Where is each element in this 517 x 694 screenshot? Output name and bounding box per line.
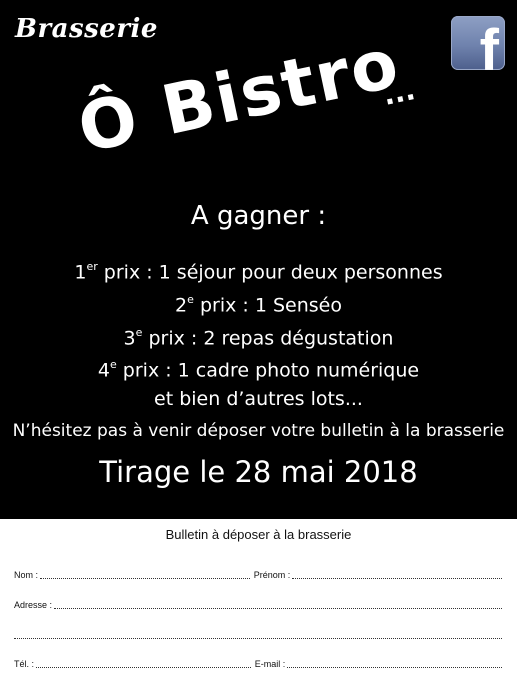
email-label: E-mail : (254, 659, 286, 669)
adresse-label: Adresse : (14, 600, 53, 610)
contest-poster: Brasserie f Ô Bistro ... A gagner : 1er … (0, 0, 517, 519)
form-row-address-2 (14, 630, 502, 640)
prize-list: 1er prix : 1 séjour pour deux personnes … (0, 254, 517, 414)
tel-label: Tél. : (14, 659, 35, 669)
adresse-field[interactable] (54, 600, 502, 609)
prenom-label: Prénom : (253, 570, 291, 580)
form-row-contact: Tél. : E-mail : (14, 659, 502, 669)
logo-text: Ô Bistro (71, 23, 407, 169)
logo-ellipsis: ... (379, 73, 419, 112)
prize-item: 4e prix : 1 cadre photo numérique (97, 358, 420, 382)
brand-title: Brasserie (15, 14, 158, 44)
prenom-field[interactable] (292, 570, 502, 579)
other-prizes: et bien d’autres lots... (154, 388, 363, 411)
prize-heading: A gagner : (190, 201, 327, 231)
email-field[interactable] (287, 659, 502, 668)
prize-item: 3e prix : 2 repas dégustation (123, 325, 394, 349)
facebook-icon[interactable]: f (451, 16, 505, 70)
prize-item: 1er prix : 1 séjour pour deux personnes (74, 260, 443, 284)
draw-date: Tirage le 28 mai 2018 (99, 455, 418, 489)
bistro-logo: Ô Bistro ... (72, 24, 448, 200)
adresse-field-2[interactable] (14, 630, 502, 639)
form-row-name: Nom : Prénom : (14, 570, 502, 580)
invite-text: N’hésitez pas à venir déposer votre bull… (12, 421, 505, 441)
form-row-address: Adresse : (14, 600, 502, 610)
bulletin-title: Bulletin à déposer à la brasserie (165, 527, 352, 542)
tel-field[interactable] (36, 659, 251, 668)
nom-field[interactable] (40, 570, 250, 579)
nom-label: Nom : (14, 570, 39, 580)
prize-item: 2e prix : 1 Senséo (175, 292, 342, 317)
